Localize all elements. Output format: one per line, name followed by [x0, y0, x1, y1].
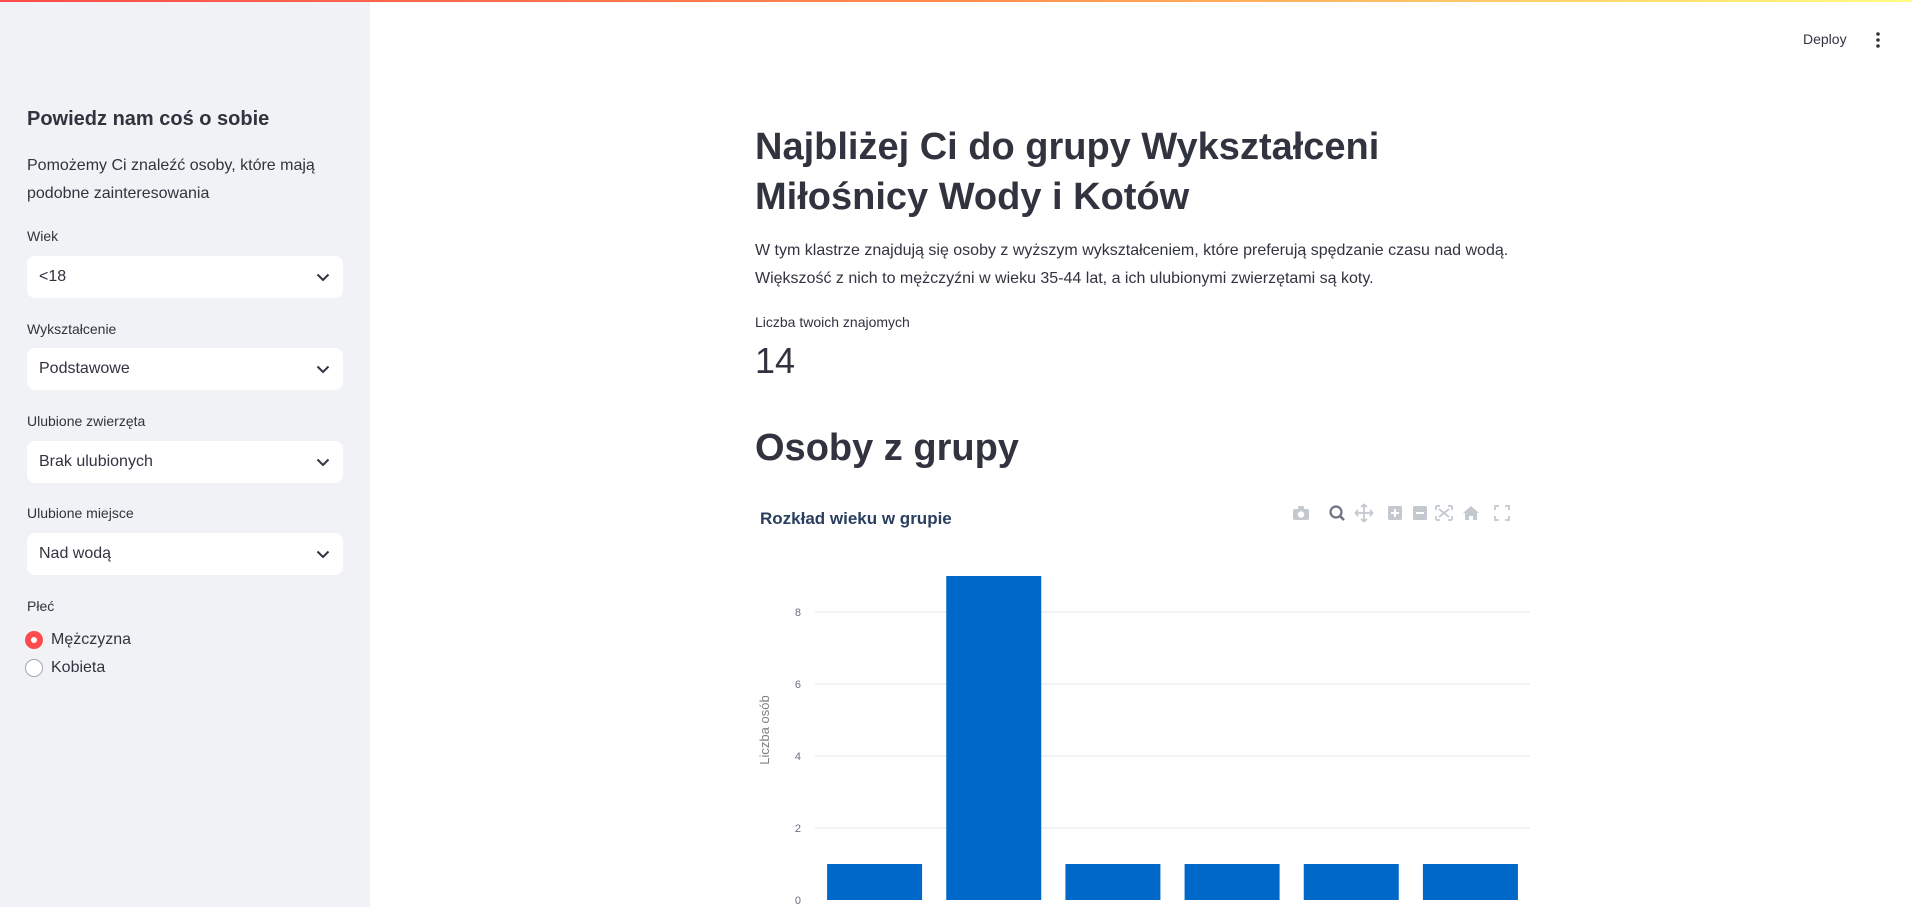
bar[interactable]: [1422, 864, 1518, 900]
metric-value: 14: [755, 340, 796, 381]
chevron-down-icon: [315, 361, 331, 377]
bar[interactable]: [1184, 864, 1280, 900]
kebab-menu-icon: [1876, 32, 1880, 48]
radio-unselected-icon: [25, 659, 43, 677]
radio-male-label: Mężczyzna: [51, 631, 132, 648]
radio-female[interactable]: Kobieta: [25, 659, 105, 677]
place-select[interactable]: Nad wodą: [27, 533, 343, 575]
fullscreen-icon[interactable]: [1494, 505, 1510, 521]
y-tick-label: 6: [795, 679, 801, 691]
page-title: Najbliżej Ci do grupy Wykształceni Miłoś…: [755, 126, 1380, 218]
radio-female-label: Kobieta: [51, 659, 106, 676]
age-select-value: <18: [39, 268, 67, 285]
place-select-value: Nad wodą: [39, 545, 112, 562]
gender-label: Płeć: [27, 598, 55, 614]
chevron-down-icon: [315, 269, 331, 285]
chart-modebar: [1290, 502, 1530, 524]
chevron-down-icon: [315, 454, 331, 470]
bar[interactable]: [1065, 864, 1161, 900]
animals-label: Ulubione zwierzęta: [27, 413, 146, 429]
y-tick-label: 0: [795, 895, 801, 907]
group-description: W tym klastrze znajdują się osoby z wyżs…: [755, 242, 1509, 287]
sidebar-title: Powiedz nam coś o sobie: [27, 108, 270, 130]
zoom-out-icon[interactable]: [1413, 506, 1427, 520]
pan-icon[interactable]: [1354, 503, 1374, 523]
metric-label: Liczba twoich znajomych: [755, 314, 910, 330]
chart-title: Rozkład wieku w grupie: [760, 509, 952, 528]
chevron-down-icon: [315, 546, 331, 562]
bar[interactable]: [827, 864, 923, 900]
animals-select-value: Brak ulubionych: [39, 453, 153, 470]
autoscale-icon[interactable]: [1435, 505, 1453, 521]
sidebar-description: Pomożemy Ci znaleźć osoby, które mają po…: [27, 157, 315, 202]
zoom-in-icon[interactable]: [1388, 506, 1402, 520]
zoom-icon[interactable]: [1329, 505, 1345, 521]
education-label: Wykształcenie: [27, 321, 117, 337]
sidebar: Powiedz nam coś o sobie Pomożemy Ci znal…: [0, 0, 370, 907]
reset-axes-icon[interactable]: [1463, 506, 1479, 520]
age-distribution-chart: 0 2 4 6 8 Liczba osób: [757, 576, 1530, 907]
age-select[interactable]: <18: [27, 256, 343, 298]
education-select-value: Podstawowe: [39, 360, 130, 377]
camera-icon[interactable]: [1293, 506, 1309, 520]
y-tick-label: 4: [795, 751, 801, 763]
main-menu-button[interactable]: [1872, 30, 1884, 50]
radio-selected-icon: [25, 631, 43, 649]
animals-select[interactable]: Brak ulubionych: [27, 441, 343, 483]
radio-male[interactable]: Mężczyzna: [25, 631, 131, 649]
section-title: Osoby z grupy: [755, 427, 1019, 469]
age-label: Wiek: [27, 228, 59, 244]
place-label: Ulubione miejsce: [27, 505, 134, 521]
education-select[interactable]: Podstawowe: [27, 348, 343, 390]
deploy-button[interactable]: Deploy: [1803, 31, 1847, 47]
bar[interactable]: [946, 576, 1042, 900]
y-tick-label: 2: [795, 823, 801, 835]
y-tick-label: 8: [795, 607, 801, 619]
y-axis-label: Liczba osób: [757, 695, 772, 764]
top-decoration-bar: [0, 0, 1912, 2]
bar[interactable]: [1303, 864, 1399, 900]
